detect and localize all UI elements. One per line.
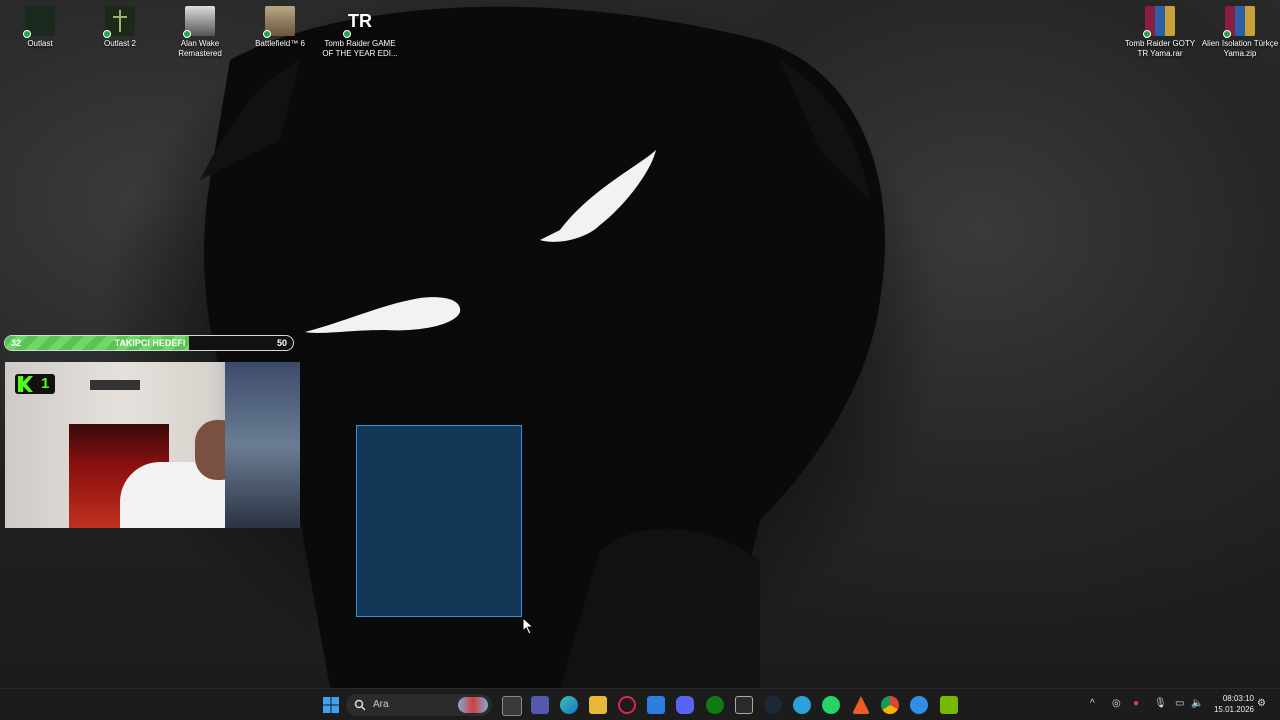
sync-check-icon: [183, 30, 191, 38]
kick-badge: 1: [15, 374, 55, 394]
taskbar-clock[interactable]: 08:03:10 15.01.2026: [1206, 693, 1254, 715]
winrar-archive-icon: [1143, 6, 1175, 38]
taskbar: Ara ^ ◎ ● 🎙 ▭ 🔈 08:03:10 15.01.2026 ⚙: [0, 688, 1280, 720]
desktop-icon-outlast[interactable]: Outlast: [1, 6, 79, 49]
desktop-icon-battlefield[interactable]: Battlefield™ 6: [241, 6, 319, 49]
file-explorer-icon[interactable]: [589, 696, 607, 714]
discord-icon[interactable]: [676, 696, 694, 714]
windows-start-icon[interactable]: [322, 696, 340, 714]
desktop-icon-alien-isolation-patch[interactable]: Alien Isolation Türkçe Yama.zip: [1201, 6, 1279, 59]
sync-check-icon: [1143, 30, 1151, 38]
desktop-icon-tomb-raider-patch[interactable]: Tomb Raider GOTY TR Yama.rar: [1121, 6, 1199, 59]
sync-check-icon: [23, 30, 31, 38]
volume-icon[interactable]: 🔈: [1191, 698, 1203, 709]
kick-badge-count: 1: [41, 375, 50, 392]
opera-gx-icon[interactable]: [618, 696, 636, 714]
tomb-raider-icon: TR: [343, 6, 375, 38]
browser-icon[interactable]: [910, 696, 928, 714]
desktop-icon-alan-wake[interactable]: Alan Wake Remastered: [161, 6, 239, 59]
task-view-icon[interactable]: [502, 696, 522, 716]
desktop-icon-outlast-2[interactable]: Outlast 2: [81, 6, 159, 49]
follower-target: 50: [276, 338, 287, 348]
search-placeholder: Ara: [373, 699, 389, 710]
chrome-icon[interactable]: [881, 696, 899, 714]
kick-logo-icon: [18, 376, 33, 392]
tray-app-icon[interactable]: ◎: [1112, 698, 1121, 709]
network-icon[interactable]: ▭: [1175, 698, 1184, 709]
notification-gear-icon[interactable]: ⚙: [1257, 698, 1266, 709]
edge-icon[interactable]: [560, 696, 578, 714]
telegram-icon[interactable]: [793, 696, 811, 714]
clock-time: 08:03:10: [1222, 694, 1254, 703]
show-hidden-icons-chevron-icon[interactable]: ^: [1090, 698, 1095, 709]
outlast-icon: [23, 6, 55, 38]
follower-goal-title: TAKIPCI HEDEFI: [114, 338, 186, 348]
desktop-icon-label: Alien Isolation Türkçe Yama.zip: [1201, 39, 1279, 58]
desktop-icon-label: Alan Wake Remastered: [178, 39, 222, 58]
desktop-icon-label: Outlast 2: [103, 39, 136, 48]
sync-check-icon: [343, 30, 351, 38]
nvidia-icon[interactable]: [940, 696, 958, 714]
outlast-2-icon: [103, 6, 135, 38]
desktop-icon-label: Battlefield™ 6: [255, 39, 305, 48]
desktop-icon-tomb-raider[interactable]: TR Tomb Raider GAME OF THE YEAR EDI...: [321, 6, 399, 59]
search-icon: [354, 699, 366, 711]
taskbar-search-box[interactable]: Ara: [346, 694, 492, 716]
brave-icon[interactable]: [852, 696, 870, 714]
sync-check-icon: [1223, 30, 1231, 38]
sync-check-icon: [263, 30, 271, 38]
battlefield-icon: [263, 6, 295, 38]
wall-shelf: [90, 380, 140, 390]
desktop-icon-label: Tomb Raider GAME OF THE YEAR EDI...: [322, 39, 398, 58]
window-view: [225, 362, 300, 528]
sync-check-icon: [103, 30, 111, 38]
mouse-cursor-icon: [522, 617, 535, 635]
alan-wake-icon: [183, 6, 215, 38]
tray-app-icon[interactable]: ●: [1133, 698, 1139, 709]
clock-date: 15.01.2026: [1213, 705, 1254, 714]
whatsapp-icon[interactable]: [822, 696, 840, 714]
desktop-icon-label: Outlast: [27, 39, 53, 48]
steam-icon[interactable]: [764, 696, 782, 714]
news-widget-icon[interactable]: [458, 697, 488, 713]
epic-games-icon[interactable]: [735, 696, 753, 714]
desktop-selection-rectangle: [356, 425, 522, 617]
microsoft-store-icon[interactable]: [647, 696, 665, 714]
webcam-overlay: 1: [5, 362, 300, 528]
follower-goal-bar: 32 TAKIPCI HEDEFI 50: [4, 335, 294, 351]
desktop-icon-label: Tomb Raider GOTY TR Yama.rar: [1124, 39, 1196, 58]
xbox-icon[interactable]: [706, 696, 724, 714]
teams-icon[interactable]: [531, 696, 549, 714]
microphone-icon[interactable]: 🎙: [1154, 698, 1167, 709]
winrar-archive-icon: [1223, 6, 1255, 38]
